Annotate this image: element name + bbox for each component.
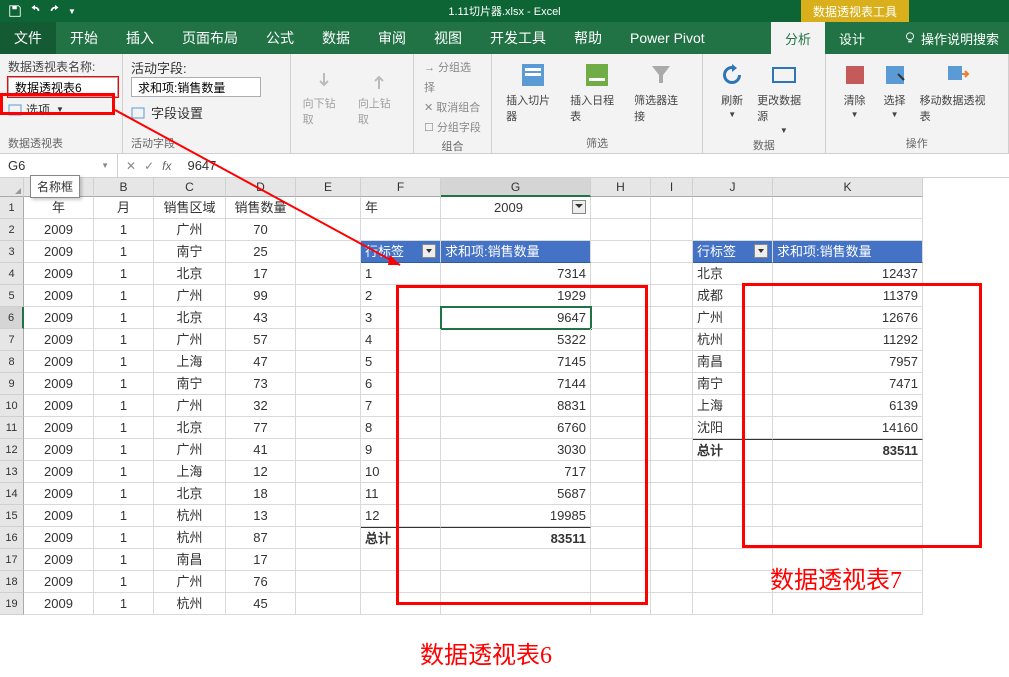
tab-dev[interactable]: 开发工具 (476, 22, 560, 54)
row-header-16[interactable]: 16 (0, 527, 24, 549)
row-header-15[interactable]: 15 (0, 505, 24, 527)
group-select: → 分组选择 (424, 58, 481, 98)
col-header-F[interactable]: F (361, 178, 441, 197)
qat-dropdown-icon[interactable]: ▼ (68, 7, 76, 16)
anno-pvt6: 数据透视表6 (420, 635, 552, 670)
formula-value[interactable]: 9647 (179, 158, 224, 173)
refresh-button[interactable]: 刷新▼ (713, 58, 751, 137)
move-pivot-button[interactable]: 移动数据透视表 (916, 58, 998, 126)
lightbulb-icon (903, 31, 917, 45)
pivot-name-input[interactable] (8, 77, 118, 97)
tab-design[interactable]: 设计 (825, 22, 879, 54)
active-field-input[interactable] (131, 77, 261, 97)
col-header-H[interactable]: H (591, 178, 651, 197)
tab-power[interactable]: Power Pivot (616, 22, 719, 54)
select-all[interactable] (0, 178, 24, 197)
field-settings-button[interactable]: 字段设置 (131, 103, 261, 122)
col-header-B[interactable]: B (94, 178, 154, 197)
tab-home[interactable]: 开始 (56, 22, 112, 54)
pivot-name-label: 数据透视表名称: (8, 58, 118, 75)
tab-analyze[interactable]: 分析 (771, 22, 825, 54)
row-header-10[interactable]: 10 (0, 395, 24, 417)
cancel-icon: ✕ (126, 159, 136, 173)
tab-formulas[interactable]: 公式 (252, 22, 308, 54)
row-header-18[interactable]: 18 (0, 571, 24, 593)
anno-pvt7: 数据透视表7 (770, 560, 902, 595)
options-button[interactable]: 选项▼ (8, 101, 118, 118)
tab-help[interactable]: 帮助 (560, 22, 616, 54)
row-header-12[interactable]: 12 (0, 439, 24, 461)
redo-icon[interactable] (48, 4, 62, 18)
row-header-8[interactable]: 8 (0, 351, 24, 373)
ungroup: ✕ 取消组合 (424, 98, 481, 118)
row-header-2[interactable]: 2 (0, 219, 24, 241)
row-header-9[interactable]: 9 (0, 373, 24, 395)
row-header-17[interactable]: 17 (0, 549, 24, 571)
insert-timeline-button[interactable]: 插入日程表 (566, 58, 628, 126)
active-field-label: 活动字段: (131, 58, 261, 77)
filter-connections-button[interactable]: 筛选器连接 (630, 58, 692, 126)
field-settings-icon (131, 106, 145, 120)
row-header-19[interactable]: 19 (0, 593, 24, 615)
tell-me-search[interactable]: 操作说明搜索 (895, 22, 1007, 54)
row-header-7[interactable]: 7 (0, 329, 24, 351)
row-header-1[interactable]: 1 (0, 197, 24, 219)
col-header-D[interactable]: D (226, 178, 296, 197)
row-header-14[interactable]: 14 (0, 483, 24, 505)
tab-view[interactable]: 视图 (420, 22, 476, 54)
row-header-4[interactable]: 4 (0, 263, 24, 285)
drill-down-button: 向下钻取 (299, 67, 350, 129)
tab-insert[interactable]: 插入 (112, 22, 168, 54)
enter-icon: ✓ (144, 159, 154, 173)
col-header-K[interactable]: K (773, 178, 923, 197)
context-tool-tab: 数据透视表工具 (801, 0, 909, 22)
row-header-6[interactable]: 6 (0, 307, 24, 329)
fx-icon[interactable]: fx (162, 159, 171, 173)
insert-slicer-button[interactable]: 插入切片器 (502, 58, 564, 126)
tab-file[interactable]: 文件 (0, 22, 56, 54)
pivot-dropdown-icon[interactable] (754, 244, 768, 258)
tooltip-namebox: 名称框 (30, 175, 80, 198)
window-title: 1.11切片器.xlsx - Excel (448, 3, 560, 19)
col-header-C[interactable]: C (154, 178, 226, 197)
select-button[interactable]: 选择▼ (876, 58, 914, 126)
group-field: ☐ 分组字段 (424, 118, 481, 138)
clear-button[interactable]: 清除▼ (836, 58, 874, 126)
pivot-dropdown-icon[interactable] (422, 244, 436, 258)
col-header-E[interactable]: E (296, 178, 361, 197)
row-header-13[interactable]: 13 (0, 461, 24, 483)
save-icon[interactable] (8, 4, 22, 18)
row-header-5[interactable]: 5 (0, 285, 24, 307)
cell[interactable]: 年 (24, 197, 94, 219)
row-header-3[interactable]: 3 (0, 241, 24, 263)
col-header-I[interactable]: I (651, 178, 693, 197)
tab-review[interactable]: 审阅 (364, 22, 420, 54)
undo-icon[interactable] (28, 4, 42, 18)
col-header-G[interactable]: G (441, 178, 591, 197)
change-source-button[interactable]: 更改数据源▼ (753, 58, 814, 137)
col-header-J[interactable]: J (693, 178, 773, 197)
tab-layout[interactable]: 页面布局 (168, 22, 252, 54)
name-box[interactable]: G6▼ (0, 154, 118, 177)
options-icon (8, 103, 22, 117)
drill-up-button: 向上钻取 (354, 67, 405, 129)
row-header-11[interactable]: 11 (0, 417, 24, 439)
tab-data[interactable]: 数据 (308, 22, 364, 54)
filter-dropdown-icon[interactable] (572, 200, 586, 214)
